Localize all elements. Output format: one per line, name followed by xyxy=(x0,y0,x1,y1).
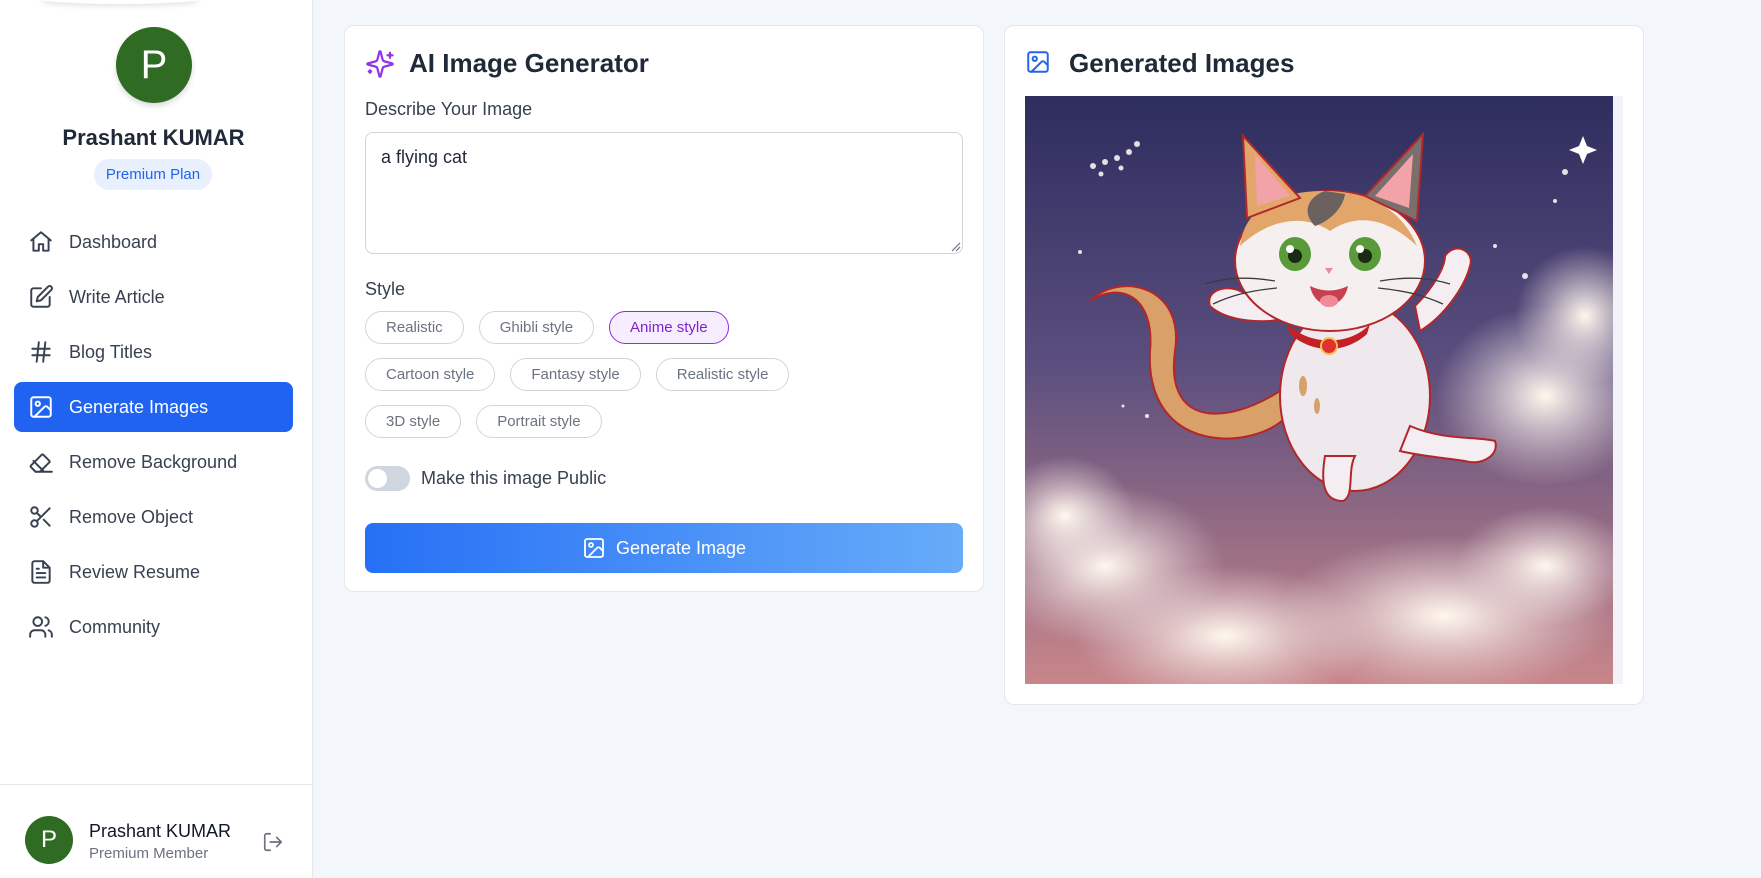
image-icon xyxy=(582,536,606,560)
sidebar-item-community[interactable]: Community xyxy=(14,602,293,652)
sidebar-item-write-article[interactable]: Write Article xyxy=(14,272,293,322)
style-chip-portrait[interactable]: Portrait style xyxy=(476,405,602,438)
image-icon xyxy=(1025,49,1055,79)
style-chip-cartoon[interactable]: Cartoon style xyxy=(365,358,496,391)
style-chip-realistic-style[interactable]: Realistic style xyxy=(655,358,790,391)
generator-header: AI Image Generator xyxy=(365,48,649,79)
sidebar-item-remove-background[interactable]: Remove Background xyxy=(14,437,293,487)
sidebar-nav: Dashboard Write Article Blog Titles Gene… xyxy=(14,217,293,657)
sidebar-item-label: Dashboard xyxy=(69,231,158,252)
sidebar-item-remove-object[interactable]: Remove Object xyxy=(14,492,293,542)
sidebar-item-review-resume[interactable]: Review Resume xyxy=(14,547,293,597)
style-chip-ghibli[interactable]: Ghibli style xyxy=(478,311,595,344)
style-chip-fantasy[interactable]: Fantasy style xyxy=(510,358,641,391)
edit-icon xyxy=(28,284,54,310)
sidebar-item-label: Remove Background xyxy=(69,451,238,472)
image-generator-card: AI Image Generator Describe Your Image a… xyxy=(344,25,984,592)
sidebar-item-label: Community xyxy=(69,616,161,637)
sidebar: P Prashant KUMAR Premium Plan Dashboard … xyxy=(0,0,313,878)
file-text-icon xyxy=(28,559,54,585)
footer-avatar[interactable]: P xyxy=(25,816,73,864)
scissors-icon xyxy=(28,504,54,530)
public-toggle[interactable] xyxy=(365,466,410,491)
sidebar-item-label: Write Article xyxy=(69,286,165,307)
toggle-knob xyxy=(368,469,387,488)
sidebar-item-label: Remove Object xyxy=(69,506,194,527)
prompt-textarea[interactable]: a flying cat xyxy=(365,132,963,254)
style-label: Style xyxy=(365,279,406,299)
sidebar-item-label: Blog Titles xyxy=(69,341,153,362)
sidebar-item-generate-images[interactable]: Generate Images xyxy=(14,382,293,432)
prompt-label: Describe Your Image xyxy=(365,99,533,119)
sparkles-icon xyxy=(365,49,395,79)
plan-badge: Premium Plan xyxy=(94,159,212,190)
image-icon xyxy=(28,394,54,420)
home-icon xyxy=(28,229,54,255)
public-toggle-label: Make this image Public xyxy=(421,468,607,488)
chip-row: Realistic Ghibli style Anime style xyxy=(365,311,965,344)
generate-image-button[interactable]: Generate Image xyxy=(365,523,963,573)
footer-user-name: Prashant KUMAR xyxy=(89,821,232,841)
generated-image[interactable] xyxy=(1025,96,1623,684)
resize-grip-icon[interactable] xyxy=(949,240,961,252)
hash-icon xyxy=(28,339,54,365)
sidebar-item-label: Review Resume xyxy=(69,561,201,582)
footer-membership: Premium Member xyxy=(89,845,209,862)
users-icon xyxy=(28,614,54,640)
sidebar-footer: P Prashant KUMAR Premium Member xyxy=(0,784,313,878)
log-out-icon[interactable] xyxy=(262,831,284,853)
decorative-shadow xyxy=(40,0,200,4)
public-toggle-row: Make this image Public xyxy=(365,466,606,491)
sidebar-item-dashboard[interactable]: Dashboard xyxy=(14,217,293,267)
style-chip-anime[interactable]: Anime style xyxy=(609,311,729,344)
generated-images-card: Generated Images xyxy=(1004,25,1644,705)
profile-name: Prashant KUMAR xyxy=(62,125,245,150)
chip-row: 3D style Portrait style xyxy=(365,405,965,438)
output-title: Generated Images xyxy=(1069,48,1295,78)
profile-avatar[interactable]: P xyxy=(116,27,192,103)
sidebar-item-label: Generate Images xyxy=(69,396,209,417)
output-header: Generated Images xyxy=(1025,48,1294,79)
style-chip-group: Realistic Ghibli style Anime style Carto… xyxy=(365,311,965,452)
generator-title: AI Image Generator xyxy=(409,48,649,78)
style-chip-3d[interactable]: 3D style xyxy=(365,405,462,438)
chip-row: Cartoon style Fantasy style Realistic st… xyxy=(365,358,965,391)
sidebar-item-blog-titles[interactable]: Blog Titles xyxy=(14,327,293,377)
flying-cat-illustration xyxy=(1025,96,1613,684)
style-chip-realistic[interactable]: Realistic xyxy=(365,311,464,344)
eraser-icon xyxy=(28,449,54,475)
generate-button-label: Generate Image xyxy=(615,537,747,558)
